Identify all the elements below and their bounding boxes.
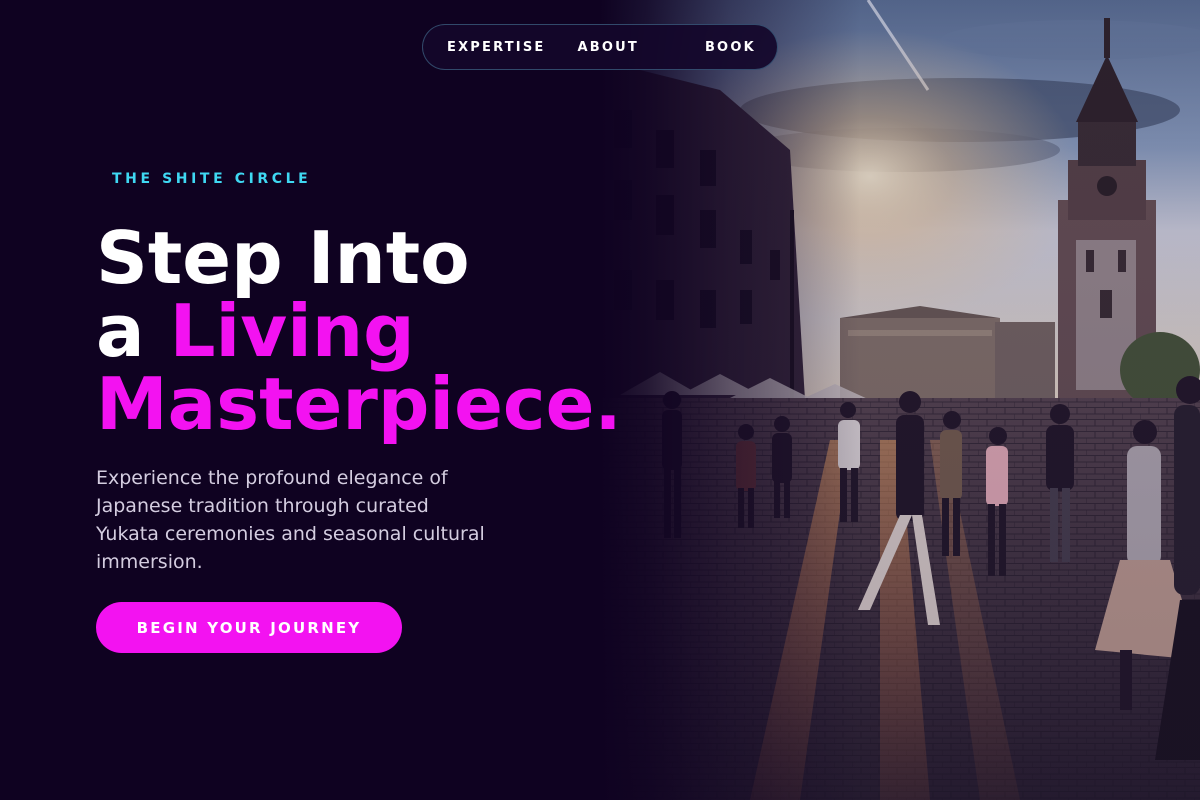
headline-line-3: Masterpiece. [96,362,622,446]
top-nav: EXPERTISE ABOUT BOOK [422,24,778,70]
nav-link-expertise[interactable]: EXPERTISE [447,40,546,55]
headline-line-1: Step Into [96,216,470,300]
headline-line-2-accent: Living [169,289,415,373]
hero-description: Experience the profound elegance of Japa… [96,467,485,573]
photo-fade-overlay [600,0,860,800]
begin-journey-button[interactable]: BEGIN YOUR JOURNEY [96,602,402,653]
hero-eyebrow: THE SHITE CIRCLE [112,171,312,187]
headline-line-2-prefix: a [96,289,170,373]
nav-link-book[interactable]: BOOK [705,40,756,55]
nav-link-about[interactable]: ABOUT [578,40,639,55]
hero-headline: Step Into a Living Masterpiece. [96,222,622,441]
hero-page: EXPERTISE ABOUT BOOK THE SHITE CIRCLE St… [0,0,1200,800]
